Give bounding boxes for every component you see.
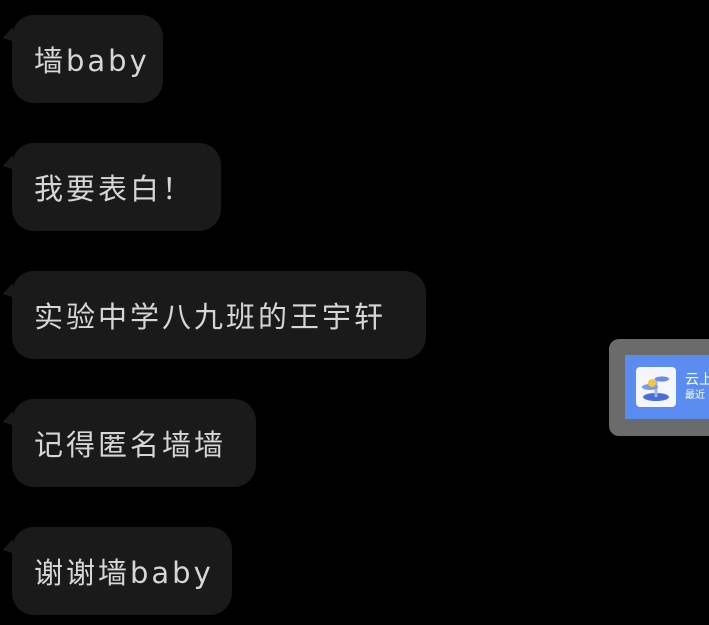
stacked-discs-app-icon (636, 367, 676, 407)
message-bubble[interactable]: 实验中学八九班的王宇轩 (12, 271, 426, 359)
message-text: 墙baby (34, 44, 150, 78)
message-text: 记得匿名墙墙 (34, 428, 227, 462)
floating-card-content[interactable]: 云上 最近 (625, 355, 709, 419)
message-bubble[interactable]: 我要表白！ (12, 143, 221, 231)
floating-app-card[interactable]: 云上 最近 (609, 339, 709, 436)
message-bubble[interactable]: 墙baby (12, 15, 163, 103)
message-text: 我要表白！ (34, 172, 195, 206)
message-bubble[interactable]: 谢谢墙baby (12, 527, 232, 615)
floating-card-subtitle: 最近 (685, 390, 705, 401)
message-text: 谢谢墙baby (34, 556, 214, 590)
chat-screen: 墙baby 我要表白！ 实验中学八九班的王宇轩 记得匿名墙墙 谢谢墙baby 云… (0, 0, 709, 625)
message-text: 实验中学八九班的王宇轩 (34, 300, 387, 334)
floating-card-title: 云上 (685, 372, 709, 388)
floating-card-text: 云上 最近 (685, 372, 709, 402)
message-bubble[interactable]: 记得匿名墙墙 (12, 399, 256, 487)
stacked-discs-icon (642, 376, 669, 401)
